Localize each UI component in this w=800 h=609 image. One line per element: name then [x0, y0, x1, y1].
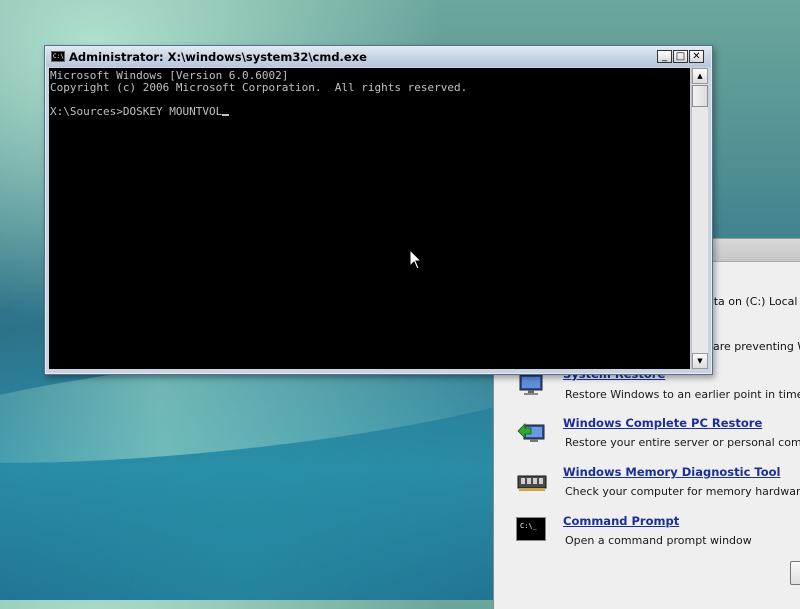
cmd-window-icon[interactable]: C:\ — [51, 51, 65, 62]
mouse-pointer-icon — [409, 249, 423, 270]
cmd-titlebar[interactable]: C:\ Administrator: X:\windows\system32\c… — [46, 47, 711, 67]
pc-restore-icon[interactable] — [516, 417, 548, 445]
recovery-prompt-partial: are preventing W — [713, 340, 800, 353]
minimize-button[interactable]: _ — [657, 50, 672, 63]
text-caret — [222, 114, 230, 116]
command-prompt-icon-text: C:\_ — [520, 522, 537, 530]
vertical-scrollbar[interactable]: ▲ ▼ — [691, 68, 708, 369]
cmd-window[interactable]: C:\ Administrator: X:\windows\system32\c… — [44, 45, 713, 375]
command-prompt-description: Open a command prompt window — [565, 534, 752, 547]
scrollbar-thumb[interactable] — [692, 85, 708, 107]
scroll-up-arrow-icon[interactable]: ▲ — [692, 68, 708, 84]
command-prompt-icon[interactable]: C:\_ — [516, 517, 546, 541]
console-line: Copyright (c) 2006 Microsoft Corporation… — [50, 81, 468, 94]
complete-pc-restore-link[interactable]: Windows Complete PC Restore — [563, 416, 762, 430]
memory-diagnostic-link[interactable]: Windows Memory Diagnostic Tool — [563, 465, 780, 479]
cmd-window-icon-text: C:\ — [53, 53, 64, 60]
memory-diagnostic-description: Check your computer for memory hardware … — [565, 485, 800, 498]
system-restore-description: Restore Windows to an earlier point in t… — [565, 388, 800, 401]
cmd-window-title: Administrator: X:\windows\system32\cmd.e… — [69, 50, 367, 64]
close-button[interactable]: ✕ — [689, 50, 704, 63]
memory-chip-icon[interactable] — [516, 468, 548, 496]
recovery-panel-button[interactable] — [790, 561, 800, 585]
complete-pc-restore-description: Restore your entire server or personal c… — [565, 436, 800, 449]
scroll-down-arrow-icon[interactable]: ▼ — [692, 353, 708, 369]
console-prompt-line: X:\Sources>DOSKEY MOUNTVOL — [50, 105, 223, 118]
maximize-button[interactable]: □ — [673, 50, 688, 63]
console-output[interactable]: Microsoft Windows [Version 6.0.6002] Cop… — [49, 68, 690, 369]
command-prompt-link[interactable]: Command Prompt — [563, 514, 679, 528]
recovery-os-entry-partial: sta on (C:) Local Di — [708, 295, 800, 308]
